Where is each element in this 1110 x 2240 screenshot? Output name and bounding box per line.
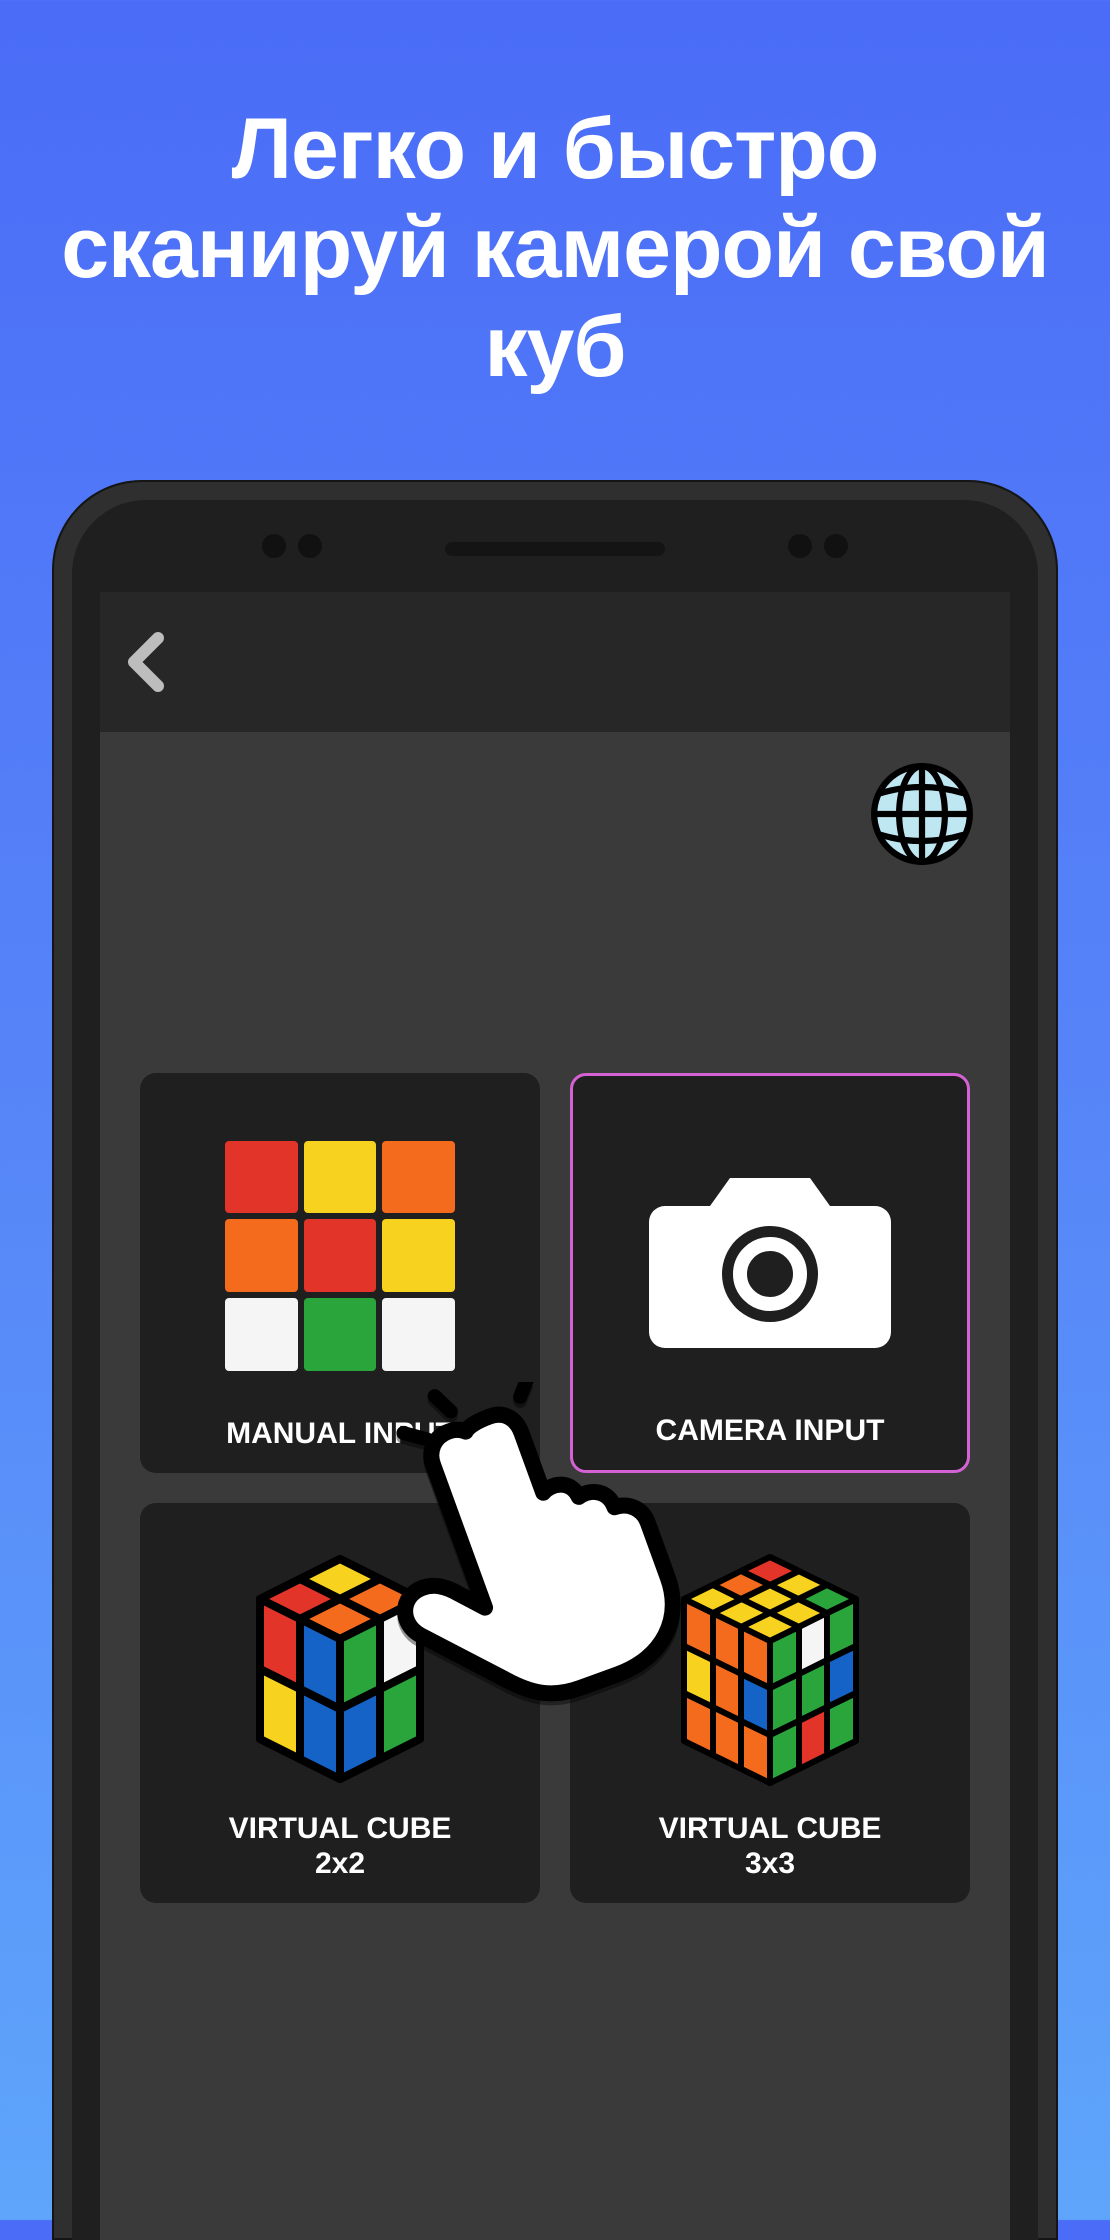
tile-label: MANUAL INPUT <box>226 1417 454 1452</box>
cube-cell <box>382 1219 455 1292</box>
tile-manual-input[interactable]: MANUAL INPUT <box>140 1073 540 1473</box>
cube-cell <box>225 1298 298 1371</box>
app-screen: MANUAL INPUT CAMERA INPUT <box>100 592 1010 2240</box>
phone-frame: MANUAL INPUT CAMERA INPUT <box>52 480 1058 2240</box>
phone-sensor <box>788 534 812 558</box>
tile-label: VIRTUAL CUBE 2x2 <box>229 1812 452 1881</box>
back-button[interactable] <box>116 632 176 692</box>
globe-icon <box>870 762 974 866</box>
phone-sensor <box>262 534 286 558</box>
tile-camera-input[interactable]: CAMERA INPUT <box>570 1073 970 1473</box>
cube-cell <box>304 1298 377 1371</box>
tile-virtual-cube-2x2[interactable]: VIRTUAL CUBE 2x2 <box>140 1503 540 1903</box>
app-content: MANUAL INPUT CAMERA INPUT <box>100 732 1010 2240</box>
phone-sensor <box>298 534 322 558</box>
cube-cell <box>225 1219 298 1292</box>
promo-headline: Легко и быстро сканируй камерой свой куб <box>0 0 1110 437</box>
cube-cell <box>304 1219 377 1292</box>
back-icon <box>124 632 168 692</box>
tile-grid: MANUAL INPUT CAMERA INPUT <box>130 1073 980 1903</box>
cube-cell <box>225 1141 298 1214</box>
cube-cell <box>304 1141 377 1214</box>
cube-cell <box>382 1141 455 1214</box>
tile-virtual-cube-3x3[interactable]: VIRTUAL CUBE 3x3 <box>570 1503 970 1903</box>
cube-2x2-icon <box>210 1539 470 1799</box>
cube-cell <box>382 1298 455 1371</box>
top-bar <box>100 592 1010 732</box>
phone-speaker <box>445 542 665 556</box>
language-button[interactable] <box>870 762 974 871</box>
camera-icon <box>645 1156 895 1356</box>
phone-inner: MANUAL INPUT CAMERA INPUT <box>72 500 1038 2240</box>
cube-3x3-icon <box>640 1539 900 1799</box>
manual-input-icon <box>162 1095 518 1417</box>
phone-sensor <box>824 534 848 558</box>
tile-label: VIRTUAL CUBE 3x3 <box>659 1812 882 1881</box>
tile-label: CAMERA INPUT <box>656 1414 885 1449</box>
